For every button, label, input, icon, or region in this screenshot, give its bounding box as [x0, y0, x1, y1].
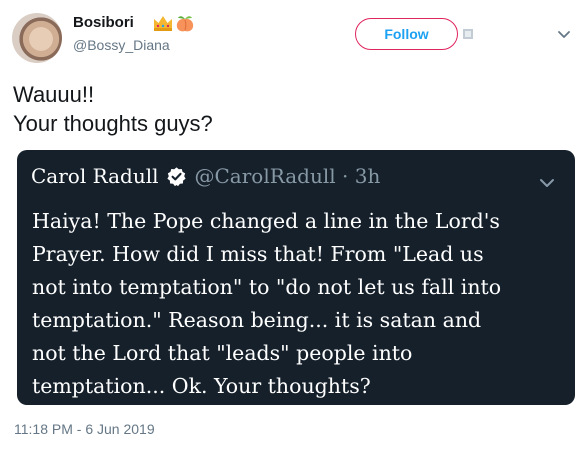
quoted-line: not into temptation" to "do not let us f…: [32, 275, 502, 299]
tweet-line: Wauuu!!: [13, 82, 95, 107]
author-handle[interactable]: @Bossy_Diana: [73, 37, 170, 53]
quoted-header: Carol Radull @CarolRadull · 3h: [31, 164, 380, 188]
quoted-author-name[interactable]: Carol Radull: [31, 164, 159, 188]
quoted-tweet-card[interactable]: Carol Radull @CarolRadull · 3h Haiya! Th…: [17, 150, 575, 405]
chevron-down-icon[interactable]: [557, 30, 571, 40]
follow-button[interactable]: Follow: [355, 18, 458, 50]
avatar[interactable]: [12, 13, 62, 63]
bookmark-icon[interactable]: [462, 28, 474, 40]
name-emojis: [152, 13, 196, 33]
quoted-text: Haiya! The Pope changed a line in the Lo…: [32, 205, 501, 403]
quoted-line: temptation." Reason being... it is satan…: [32, 308, 482, 332]
quoted-line: Haiya! The Pope changed a line in the Lo…: [32, 209, 500, 233]
verified-badge-icon: [166, 166, 186, 186]
crown-icon: [154, 16, 172, 31]
quoted-handle-time: @CarolRadull · 3h: [194, 164, 381, 188]
quoted-line: temptation... Ok. Your thoughts?: [32, 374, 371, 398]
peach-icon: [176, 16, 194, 32]
display-name[interactable]: Bosibori: [73, 14, 134, 31]
quoted-line: not the Lord that "leads" people into: [32, 341, 413, 365]
quoted-line: Prayer. How did I miss that! From "Lead …: [32, 242, 484, 266]
chevron-down-icon[interactable]: [539, 178, 555, 188]
tweet-text: Wauuu!! Your thoughts guys?: [13, 80, 213, 138]
tweet-timestamp[interactable]: 11:18 PM - 6 Jun 2019: [14, 421, 155, 437]
tweet-line: Your thoughts guys?: [13, 111, 213, 136]
